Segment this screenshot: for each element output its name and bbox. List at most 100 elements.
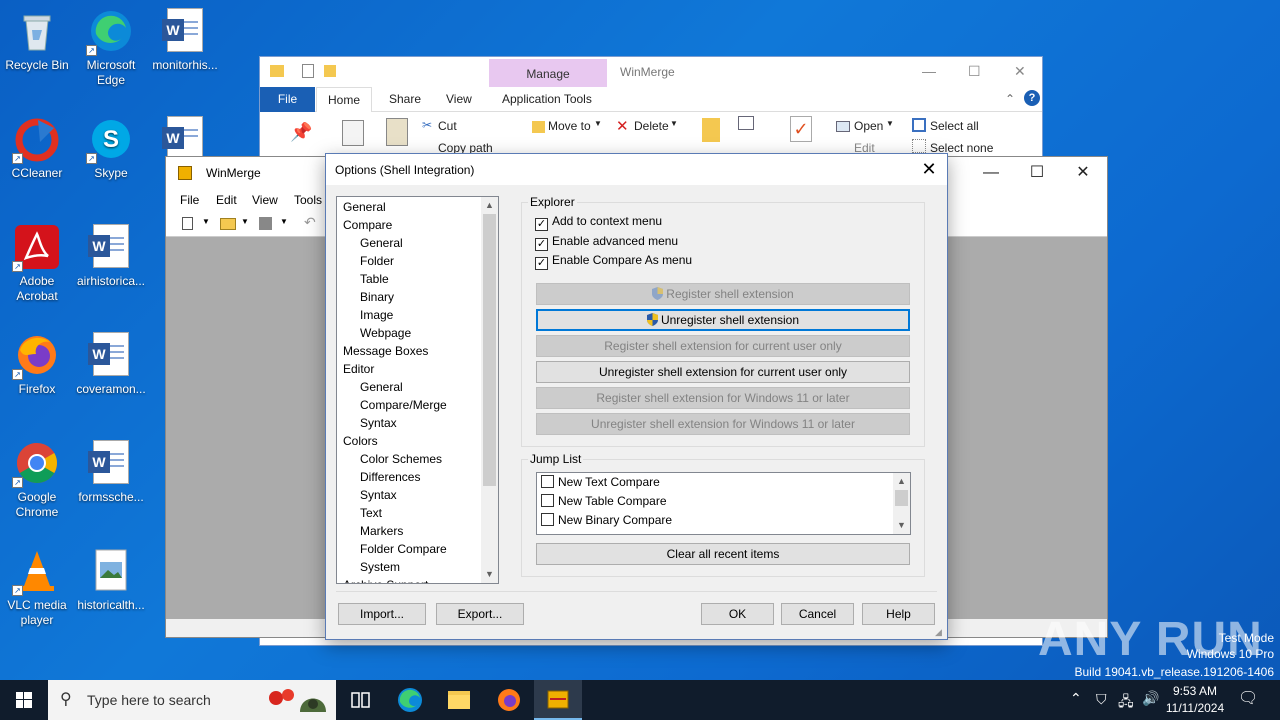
tree-item[interactable]: Archive Support	[343, 576, 428, 583]
register-shell-extension-current-user-button[interactable]: Register shell extension for current use…	[536, 335, 910, 357]
move-to-icon[interactable]	[532, 121, 545, 133]
desktop-icon-vlc[interactable]: ↗ VLC media player	[0, 548, 74, 628]
tree-item[interactable]: Differences	[360, 468, 420, 486]
tree-item[interactable]: Text	[360, 504, 382, 522]
manage-tab[interactable]: Manage	[489, 59, 607, 87]
delete-button[interactable]: Delete	[634, 119, 669, 133]
desktop-icon-recycle-bin[interactable]: Recycle Bin	[0, 8, 74, 73]
tab-view[interactable]: View	[446, 92, 472, 106]
maximize-icon[interactable]: ☐	[1014, 161, 1060, 185]
tree-item[interactable]: Table	[360, 270, 389, 288]
chevron-down-icon[interactable]: ▼	[202, 217, 210, 226]
taskbar-edge[interactable]	[386, 680, 434, 720]
properties-check-icon[interactable]: ✓	[790, 116, 812, 142]
tree-item[interactable]: Message Boxes	[343, 342, 428, 360]
scrollbar-thumb[interactable]	[483, 214, 496, 486]
tree-item[interactable]: General	[343, 198, 386, 216]
maximize-icon[interactable]: ☐	[968, 63, 981, 80]
delete-icon[interactable]: ✕	[616, 117, 629, 135]
register-shell-extension-win11-button[interactable]: Register shell extension for Windows 11 …	[536, 387, 910, 409]
chevron-up-icon[interactable]: ⌃	[1005, 92, 1015, 106]
close-icon[interactable]: ✕	[1014, 63, 1026, 80]
notifications-icon[interactable]: 🗨	[1238, 688, 1258, 720]
ok-button[interactable]: OK	[701, 603, 774, 625]
open-icon[interactable]	[836, 121, 850, 132]
undo-icon[interactable]: ↶	[304, 214, 316, 231]
taskbar-clock[interactable]: 9:53 AM 11/11/2024	[1160, 683, 1230, 717]
desktop-icon-acrobat[interactable]: ↗ Adobe Acrobat	[0, 224, 74, 304]
save-icon[interactable]	[259, 217, 272, 230]
tree-item[interactable]: General	[360, 234, 403, 252]
tree-item[interactable]: Color Schemes	[360, 450, 442, 468]
tree-scrollbar[interactable]: ▲ ▼	[481, 197, 498, 583]
register-shell-extension-button[interactable]: Register shell extension	[536, 283, 910, 305]
enable-compare-as-menu-checkbox[interactable]: ✓ Enable Compare As menu	[535, 252, 692, 270]
desktop-icon-ccleaner[interactable]: ↗ CCleaner	[0, 116, 74, 181]
start-button[interactable]	[0, 680, 48, 720]
copy-icon[interactable]	[342, 120, 364, 146]
help-button[interactable]: Help	[862, 603, 935, 625]
tree-item[interactable]: General	[360, 378, 403, 396]
tree-item[interactable]: System	[360, 558, 400, 576]
unregister-shell-extension-win11-button[interactable]: Unregister shell extension for Windows 1…	[536, 413, 910, 435]
tree-item[interactable]: Folder Compare	[360, 540, 447, 558]
desktop-icon-doc-formssche[interactable]: W formssche...	[74, 440, 148, 505]
new-file-icon[interactable]	[182, 217, 193, 230]
taskbar-firefox[interactable]	[485, 680, 533, 720]
desktop-icon-image-historicalth[interactable]: historicalth...	[74, 548, 148, 613]
close-icon[interactable]: ✕	[917, 157, 941, 181]
tree-item[interactable]: Syntax	[360, 414, 397, 432]
clear-recent-items-button[interactable]: Clear all recent items	[536, 543, 910, 565]
tree-item[interactable]: Markers	[360, 522, 403, 540]
options-dialog[interactable]: Options (Shell Integration) ✕ General Com…	[325, 153, 948, 640]
paste-icon[interactable]	[386, 118, 408, 146]
options-category-tree[interactable]: General Compare General Folder Table Binary Im…	[336, 196, 499, 584]
minimize-icon[interactable]: —	[968, 161, 1014, 185]
scroll-down-icon[interactable]: ▼	[893, 517, 910, 534]
unregister-shell-extension-button[interactable]: Unregister shell extension	[536, 309, 910, 331]
tree-item[interactable]: Image	[360, 306, 393, 324]
jump-list-box[interactable]: New Text Compare New Table Compare New B…	[536, 472, 911, 535]
tab-share[interactable]: Share	[389, 92, 421, 106]
scroll-down-icon[interactable]: ▼	[481, 566, 498, 583]
security-icon[interactable]: ⛉	[1096, 691, 1107, 720]
tree-item[interactable]: Syntax	[360, 486, 397, 504]
tree-item[interactable]: Compare/Merge	[360, 396, 447, 414]
scroll-up-icon[interactable]: ▲	[481, 197, 498, 214]
desktop-icon-doc-coveramon[interactable]: W coveramon...	[74, 332, 148, 397]
desktop-icon-doc-monitor[interactable]: W monitorhis...	[148, 8, 222, 73]
tab-home[interactable]: Home	[316, 87, 372, 113]
select-all-button[interactable]: Select all	[930, 119, 979, 133]
desktop-icon-firefox[interactable]: ↗ Firefox	[0, 332, 74, 397]
chevron-up-icon[interactable]: ⌃	[1070, 690, 1082, 720]
scroll-up-icon[interactable]: ▲	[893, 473, 910, 490]
enable-advanced-menu-checkbox[interactable]: ✓ Enable advanced menu	[535, 233, 678, 251]
jump-list-scrollbar[interactable]: ▲ ▼	[893, 473, 910, 534]
tree-item[interactable]: Webpage	[360, 324, 411, 342]
tab-file[interactable]: File	[260, 87, 315, 112]
new-item-icon[interactable]	[738, 116, 754, 130]
cancel-button[interactable]: Cancel	[781, 603, 854, 625]
desktop-icon-edge[interactable]: ↗ Microsoft Edge	[74, 8, 148, 88]
add-to-context-menu-checkbox[interactable]: ✓ Add to context menu	[535, 213, 662, 231]
tree-item[interactable]: Editor	[343, 360, 374, 378]
jump-list-item-table-compare[interactable]: New Table Compare	[541, 493, 667, 509]
tree-item[interactable]: Colors	[343, 432, 378, 450]
unregister-shell-extension-current-user-button[interactable]: Unregister shell extension for current u…	[536, 361, 910, 383]
cut-icon[interactable]: ✂	[422, 118, 432, 132]
volume-icon[interactable]: 🔊	[1142, 690, 1159, 720]
select-all-icon[interactable]	[912, 118, 926, 132]
menu-file[interactable]: File	[180, 193, 199, 207]
import-button[interactable]: Import...	[338, 603, 426, 625]
minimize-icon[interactable]: —	[922, 63, 936, 79]
menu-tools[interactable]: Tools	[294, 193, 322, 207]
jump-list-item-binary-compare[interactable]: New Binary Compare	[541, 512, 672, 528]
tree-item[interactable]: Folder	[360, 252, 394, 270]
tab-application-tools[interactable]: Application Tools	[502, 92, 592, 106]
chevron-down-icon[interactable]: ▼	[241, 217, 249, 226]
scrollbar-thumb[interactable]	[895, 490, 908, 506]
tree-item[interactable]: Compare	[343, 216, 392, 234]
tree-item[interactable]: Binary	[360, 288, 394, 306]
cut-button[interactable]: Cut	[438, 119, 457, 133]
network-icon[interactable]: 🖧	[1118, 691, 1134, 720]
